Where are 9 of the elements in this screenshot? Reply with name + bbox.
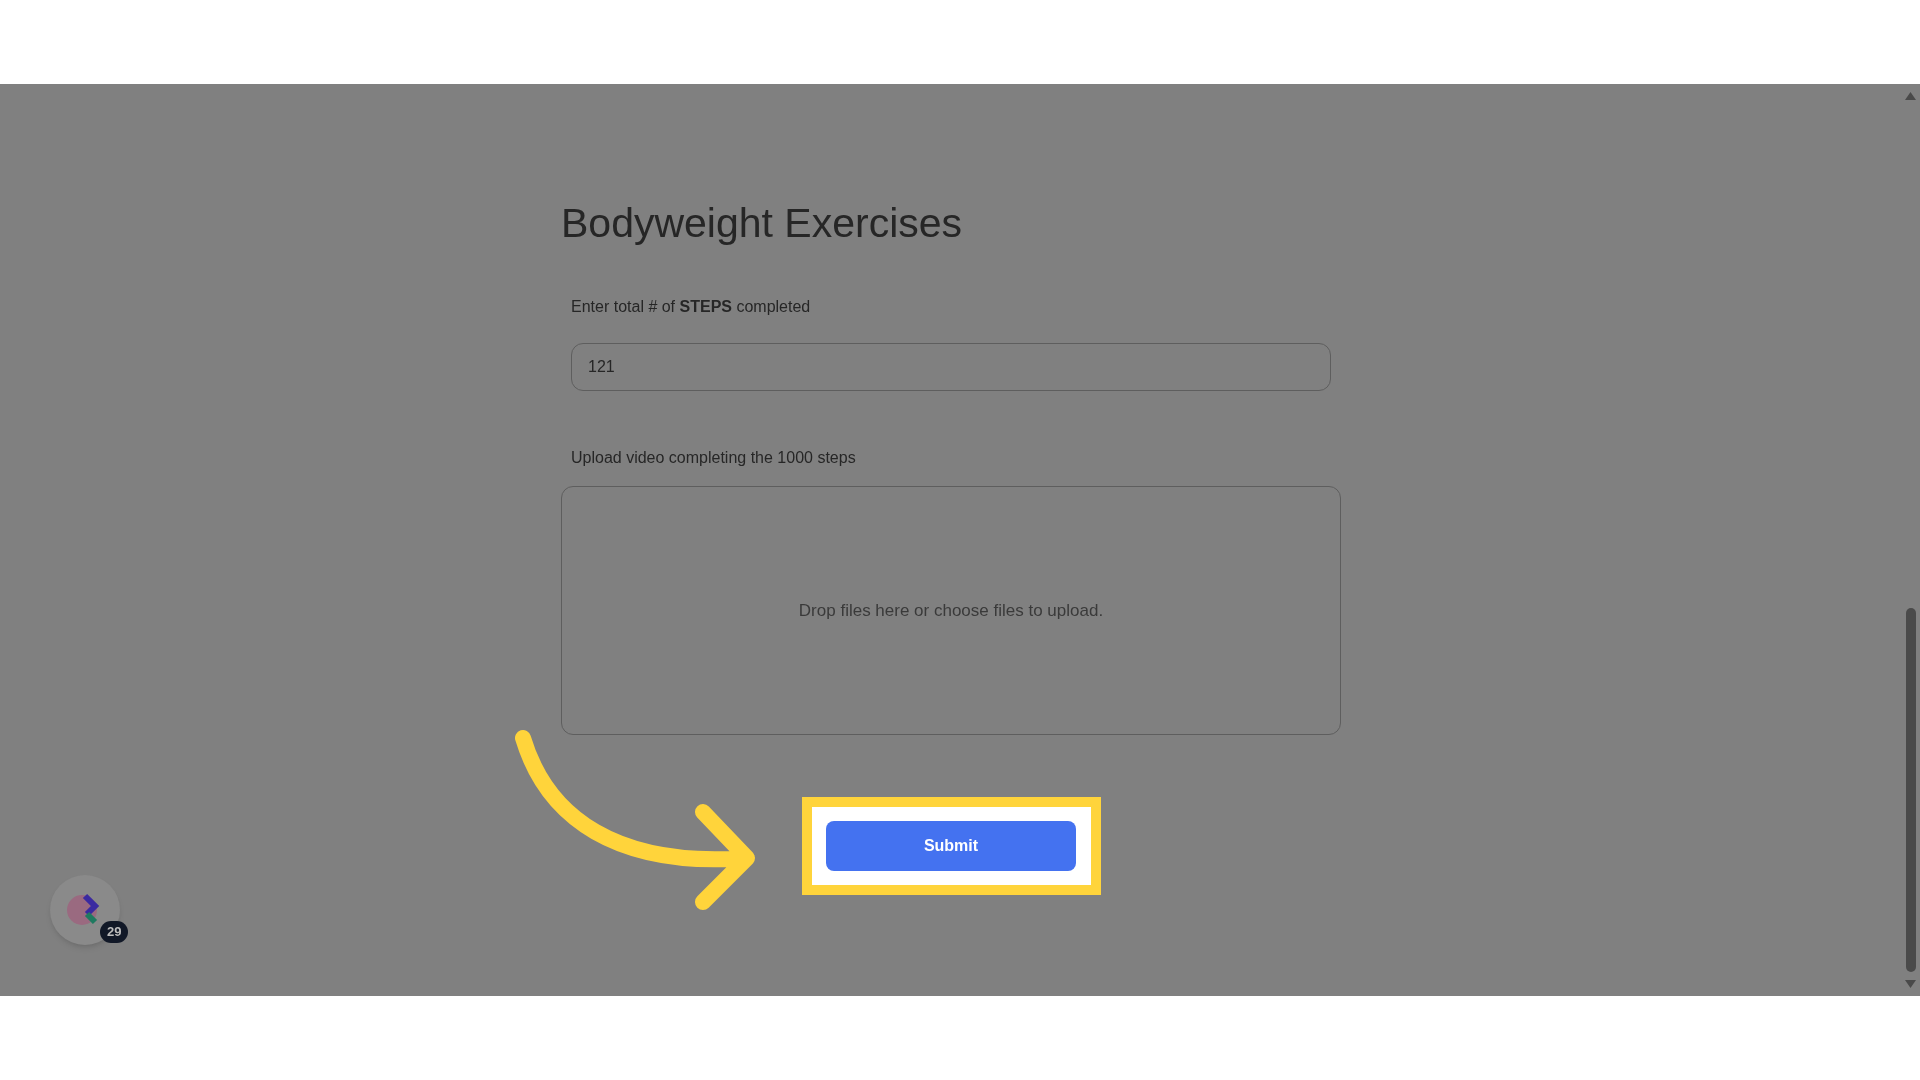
field-label: Enter total # of STEPS completed — [571, 297, 811, 317]
input-value: 121 — [588, 357, 615, 377]
count-badge: 29 — [100, 921, 129, 943]
field-label: Upload video completing the 1000 steps — [571, 448, 856, 468]
submit-button[interactable]: Submit — [826, 821, 1076, 871]
dropzone-text: Drop files here or choose files to upload. — [798, 599, 1104, 622]
page-title: Bodyweight Exercises — [561, 199, 963, 247]
steps-input-field[interactable]: 121 — [571, 343, 1331, 391]
file-dropzone[interactable]: Drop files here or choose files to upload. — [561, 486, 1341, 735]
